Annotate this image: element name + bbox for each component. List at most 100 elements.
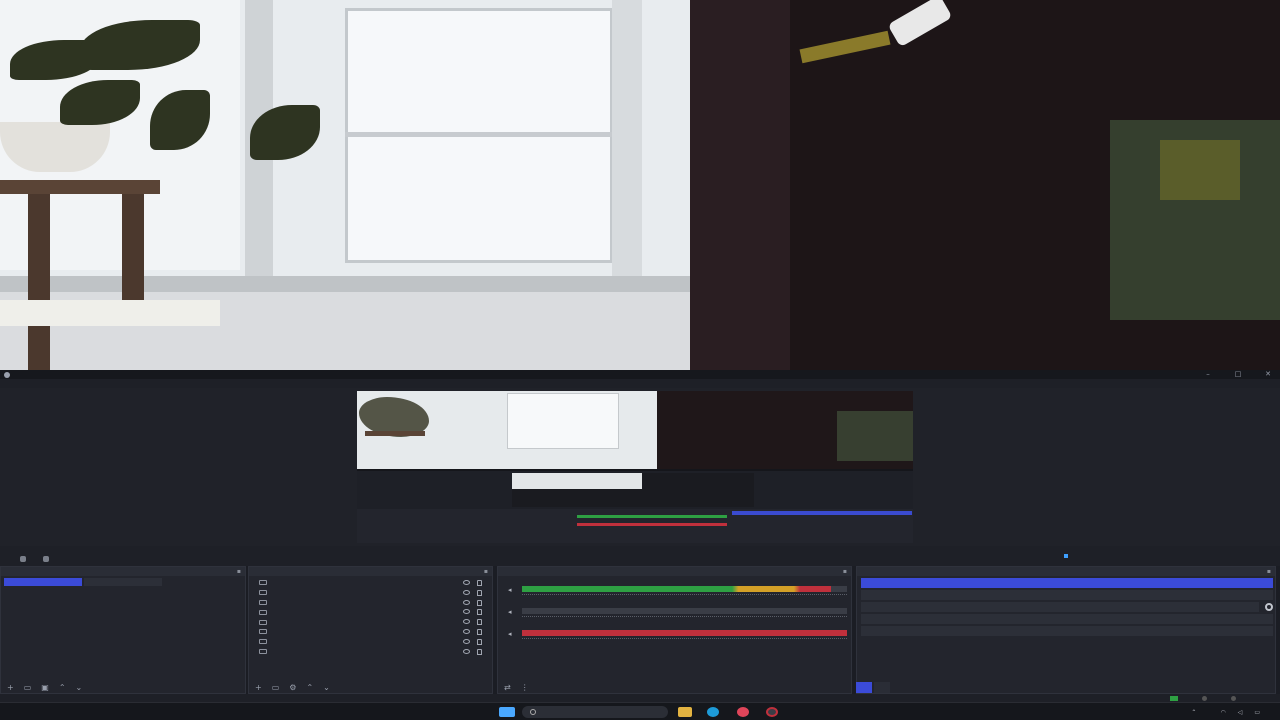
- volume-meter[interactable]: [522, 608, 847, 614]
- browser-icon[interactable]: [707, 707, 719, 717]
- monitor-icon: [259, 580, 267, 586]
- taskbar-search[interactable]: [522, 706, 668, 718]
- move-down-icon[interactable]: ⌄: [76, 683, 83, 692]
- eye-icon[interactable]: [463, 628, 470, 634]
- move-up-icon[interactable]: ⌃: [59, 683, 66, 692]
- source-toolbar: [0, 553, 52, 565]
- eye-icon[interactable]: [463, 589, 470, 595]
- app-icon[interactable]: [737, 707, 749, 717]
- lock-icon[interactable]: [477, 609, 482, 616]
- wifi-icon: ◠: [1220, 708, 1226, 716]
- add-icon[interactable]: +: [7, 683, 14, 692]
- speaker-icon[interactable]: ◂: [508, 630, 512, 638]
- source-item[interactable]: [253, 607, 490, 617]
- menu-bar: [0, 379, 1280, 388]
- gear-icon[interactable]: [1265, 603, 1273, 611]
- mixer-dock-title: ▪: [498, 567, 851, 576]
- start-virtual-camera-button[interactable]: [861, 602, 1273, 612]
- lock-icon[interactable]: [477, 599, 482, 606]
- lock-icon[interactable]: [477, 648, 482, 655]
- trash-icon[interactable]: ▭: [272, 683, 280, 692]
- lock-icon[interactable]: [477, 628, 482, 635]
- channel-name: [502, 600, 849, 607]
- system-tray: ⌃ ◠ ◁ ▭: [1191, 705, 1272, 719]
- minimize-button[interactable]: –: [1204, 370, 1212, 379]
- sources-dock-title: ▪: [249, 567, 492, 576]
- trash-icon[interactable]: ▭: [24, 683, 32, 692]
- search-icon: [530, 709, 536, 715]
- dock-float-icon[interactable]: ▪: [843, 567, 847, 576]
- source-item[interactable]: [253, 578, 490, 588]
- network-bars-icon: [1170, 695, 1178, 701]
- obs-taskbar-icon[interactable]: [766, 707, 778, 717]
- controls-dock-title: ▪: [857, 567, 1275, 576]
- source-item[interactable]: [253, 617, 490, 627]
- add-icon[interactable]: +: [255, 683, 262, 692]
- properties-button[interactable]: [20, 556, 29, 562]
- meter-fill: [522, 630, 847, 636]
- tab-controls[interactable]: [856, 682, 872, 693]
- volume-meter[interactable]: [522, 586, 847, 592]
- dock-toolbar: [0, 546, 1280, 566]
- source-item[interactable]: [253, 588, 490, 598]
- mixer-channel: ◂: [502, 622, 849, 639]
- scene-item[interactable]: [4, 578, 82, 586]
- start-streaming-button[interactable]: [861, 578, 1273, 588]
- speaker-icon[interactable]: ◂: [508, 586, 512, 594]
- more-icon[interactable]: ⋮: [521, 683, 529, 692]
- eye-icon[interactable]: [463, 619, 470, 625]
- move-down-icon[interactable]: ⌄: [323, 683, 330, 692]
- eye-icon[interactable]: [463, 599, 470, 605]
- start-icon[interactable]: [499, 707, 515, 717]
- source-item[interactable]: [253, 637, 490, 647]
- lock-icon[interactable]: [477, 619, 482, 626]
- lock-icon[interactable]: [477, 589, 482, 596]
- folder-icon: [259, 629, 267, 635]
- maximize-button[interactable]: □: [1234, 370, 1242, 379]
- volume-icon[interactable]: ◁: [1238, 709, 1243, 716]
- nested-obs-capture: [357, 471, 913, 543]
- window-icon: [259, 648, 267, 654]
- eye-icon[interactable]: [463, 609, 470, 615]
- source-item[interactable]: [253, 598, 490, 608]
- filters-button[interactable]: [43, 556, 52, 562]
- audio-icon: [259, 609, 267, 615]
- tab-scene-transitions[interactable]: [874, 682, 890, 693]
- dock-float-icon[interactable]: ▪: [484, 567, 488, 576]
- close-button[interactable]: ✕: [1264, 370, 1272, 379]
- lock-icon[interactable]: [477, 580, 482, 586]
- scene-item[interactable]: [84, 578, 162, 586]
- preview-canvas[interactable]: [357, 391, 913, 543]
- eye-icon[interactable]: [463, 580, 470, 585]
- sources-list: [253, 578, 490, 656]
- dock-float-icon[interactable]: ▪: [1267, 567, 1271, 576]
- gear-icon: [20, 556, 26, 562]
- volume-slider[interactable]: [522, 616, 847, 620]
- speaker-icon[interactable]: ◂: [508, 608, 512, 616]
- volume-meter[interactable]: [522, 630, 847, 636]
- channel-name: [502, 622, 849, 629]
- settings-icon[interactable]: ⚙: [289, 683, 296, 692]
- eye-icon[interactable]: [463, 638, 470, 644]
- start-recording-button[interactable]: [861, 590, 1273, 600]
- move-up-icon[interactable]: ⌃: [306, 683, 313, 692]
- link-icon[interactable]: ⇄: [504, 683, 511, 692]
- volume-slider[interactable]: [522, 594, 847, 598]
- stream-status-icon: [1202, 695, 1207, 701]
- record-status-icon: [1231, 695, 1236, 701]
- chevron-up-icon[interactable]: ⌃: [1191, 709, 1196, 716]
- meter-fill: [522, 586, 831, 592]
- lock-icon[interactable]: [477, 638, 482, 645]
- volume-slider[interactable]: [522, 638, 847, 642]
- mixer-channel: ◂: [502, 600, 849, 617]
- controls-dock: ▪: [856, 566, 1276, 694]
- filter-icon[interactable]: ▣: [41, 683, 49, 692]
- scenes-dock-title: ▪: [1, 567, 245, 576]
- eye-icon[interactable]: [463, 648, 470, 654]
- dock-float-icon[interactable]: ▪: [237, 567, 241, 576]
- folder-icon[interactable]: [678, 707, 692, 717]
- source-item[interactable]: [253, 627, 490, 637]
- source-item[interactable]: [253, 647, 490, 657]
- studio-mode-button[interactable]: [861, 614, 1273, 624]
- settings-button[interactable]: [861, 626, 1273, 636]
